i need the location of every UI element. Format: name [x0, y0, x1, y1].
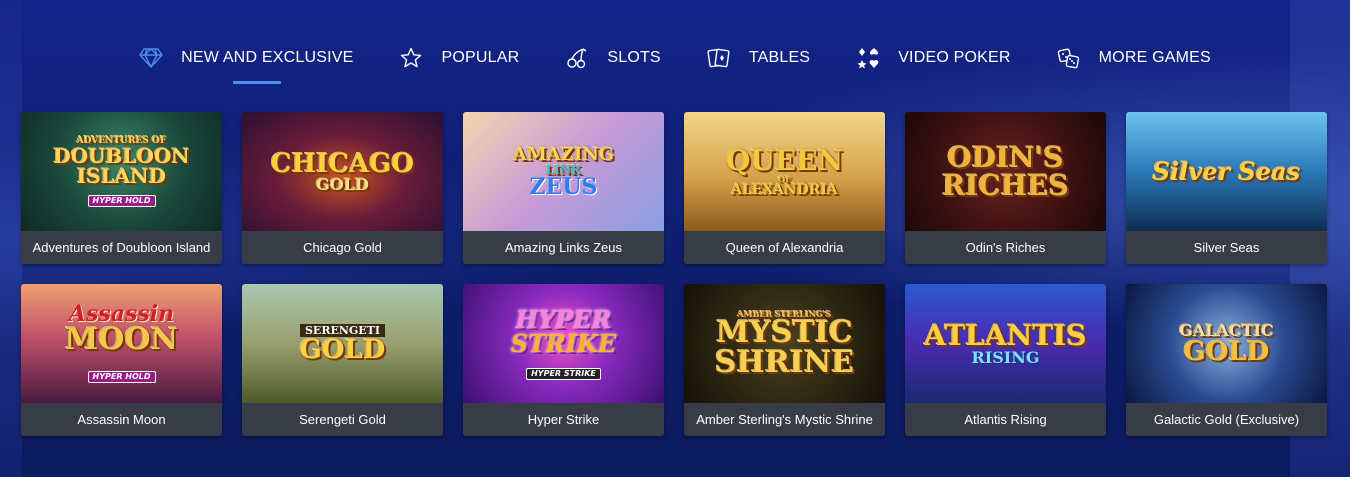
- game-logo: ADVENTURES OF DOUBLOON ISLAND HYPER HOLD: [53, 135, 190, 207]
- tab-label: POPULAR: [441, 49, 520, 66]
- game-tile-chicago-gold[interactable]: CHICAGO GOLD Chicago Gold: [242, 112, 443, 264]
- tab-popular[interactable]: POPULAR: [399, 40, 519, 76]
- game-thumbnail: ADVENTURES OF DOUBLOON ISLAND HYPER HOLD: [21, 112, 222, 231]
- game-title: Odin's Riches: [905, 231, 1106, 264]
- tab-new-and-exclusive[interactable]: NEW AND EXCLUSIVE: [139, 40, 354, 84]
- game-title: Amazing Links Zeus: [463, 231, 664, 264]
- tab-slots[interactable]: SLOTS: [565, 40, 661, 76]
- tab-more-games[interactable]: MORE GAMES: [1057, 40, 1211, 76]
- game-tile-galactic-gold[interactable]: GALACTIC GOLD Galactic Gold (Exclusive): [1126, 284, 1327, 436]
- game-category-nav: NEW AND EXCLUSIVE POPULAR SLOTS TABLES V…: [0, 40, 1350, 84]
- tab-label: SLOTS: [607, 49, 661, 66]
- game-logo: Assassin MOON HYPER HOLD: [65, 300, 178, 383]
- game-tile-queen-of-alexandria[interactable]: QUEEN OF ALEXANDRIA Queen of Alexandria: [684, 112, 885, 264]
- game-tile-atlantis-rising[interactable]: ATLANTIS RISING Atlantis Rising: [905, 284, 1106, 436]
- game-logo: QUEEN OF ALEXANDRIA: [725, 143, 844, 198]
- cherries-icon: [565, 46, 589, 70]
- tab-tables[interactable]: TABLES: [707, 40, 810, 76]
- game-logo: AMBER STERLING'S MYSTIC SHRINE: [714, 308, 855, 380]
- poker-chips-icon: [856, 46, 880, 70]
- game-thumbnail: SERENGETI GOLD: [242, 284, 443, 403]
- game-tile-silver-seas[interactable]: Silver Seas Silver Seas: [1126, 112, 1327, 264]
- game-thumbnail: QUEEN OF ALEXANDRIA: [684, 112, 885, 231]
- game-thumbnail: ODIN'S RICHES: [905, 112, 1106, 231]
- game-thumbnail: Assassin MOON HYPER HOLD: [21, 284, 222, 403]
- game-grid: ADVENTURES OF DOUBLOON ISLAND HYPER HOLD…: [21, 112, 1327, 436]
- game-title: Assassin Moon: [21, 403, 222, 436]
- game-logo: ATLANTIS RISING: [924, 318, 1087, 367]
- game-logo: Silver Seas: [1152, 156, 1301, 186]
- tab-video-poker[interactable]: VIDEO POKER: [856, 40, 1010, 76]
- game-tile-hyper-strike[interactable]: HYPER STRIKE HYPER STRIKE Hyper Strike: [463, 284, 664, 436]
- game-title: Queen of Alexandria: [684, 231, 885, 264]
- game-title: Amber Sterling's Mystic Shrine: [684, 403, 885, 436]
- game-thumbnail: ATLANTIS RISING: [905, 284, 1106, 403]
- game-tile-serengeti-gold[interactable]: SERENGETI GOLD Serengeti Gold: [242, 284, 443, 436]
- game-logo: GALACTIC GOLD: [1179, 320, 1274, 367]
- game-title: Adventures of Doubloon Island: [21, 231, 222, 264]
- game-thumbnail: AMBER STERLING'S MYSTIC SHRINE: [684, 284, 885, 403]
- game-logo: CHICAGO GOLD: [270, 148, 415, 194]
- game-logo: ODIN'S RICHES: [942, 140, 1069, 202]
- game-title: Hyper Strike: [463, 403, 664, 436]
- game-title: Chicago Gold: [242, 231, 443, 264]
- game-thumbnail: GALACTIC GOLD: [1126, 284, 1327, 403]
- game-title: Atlantis Rising: [905, 403, 1106, 436]
- game-thumbnail: CHICAGO GOLD: [242, 112, 443, 231]
- cards-icon: [707, 46, 731, 70]
- game-logo: HYPER STRIKE HYPER STRIKE: [510, 304, 617, 380]
- game-logo: SERENGETI GOLD: [299, 324, 386, 365]
- game-thumbnail: AMAZING LINK ZEUS: [463, 112, 664, 231]
- game-thumbnail: HYPER STRIKE HYPER STRIKE: [463, 284, 664, 403]
- game-tile-odins-riches[interactable]: ODIN'S RICHES Odin's Riches: [905, 112, 1106, 264]
- dice-icon: [1057, 46, 1081, 70]
- tab-label: MORE GAMES: [1098, 49, 1211, 66]
- game-title: Serengeti Gold: [242, 403, 443, 436]
- game-thumbnail: Silver Seas: [1126, 112, 1327, 231]
- game-tile-mystic-shrine[interactable]: AMBER STERLING'S MYSTIC SHRINE Amber Ste…: [684, 284, 885, 436]
- game-tile-amazing-links-zeus[interactable]: AMAZING LINK ZEUS Amazing Links Zeus: [463, 112, 664, 264]
- diamond-icon: [139, 46, 163, 70]
- game-tile-doubloon-island[interactable]: ADVENTURES OF DOUBLOON ISLAND HYPER HOLD…: [21, 112, 222, 264]
- star-icon: [399, 46, 423, 70]
- game-tile-assassin-moon[interactable]: Assassin MOON HYPER HOLD Assassin Moon: [21, 284, 222, 436]
- game-title: Galactic Gold (Exclusive): [1126, 403, 1327, 436]
- game-title: Silver Seas: [1126, 231, 1327, 264]
- game-logo: AMAZING LINK ZEUS: [512, 143, 615, 200]
- tab-label: NEW AND EXCLUSIVE: [181, 49, 354, 66]
- tab-label: VIDEO POKER: [898, 49, 1011, 66]
- tab-label: TABLES: [748, 49, 811, 66]
